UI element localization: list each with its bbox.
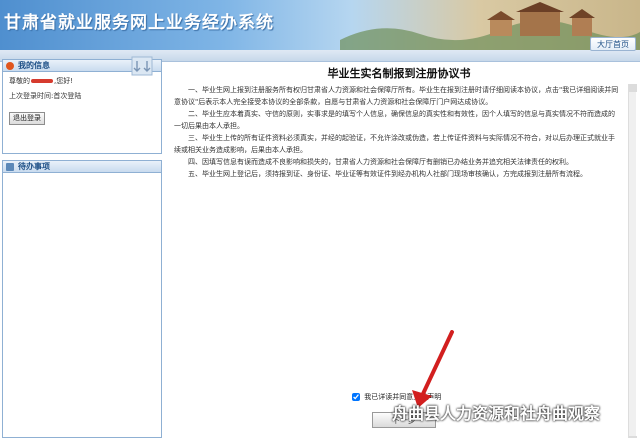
scroll-up-icon[interactable]: [629, 84, 637, 92]
agreement-clause-1: 一、毕业生网上报到注册服务所有权归甘肃省人力资源和社会保障厅所有。毕业生在报到注…: [174, 86, 619, 106]
agreement-scrollbar[interactable]: [628, 84, 637, 438]
collapse-arrows-icon[interactable]: [130, 55, 154, 77]
agreement-clause-2: 二、毕业生应本着真实、守信的原则，实事求是的填写个人信息，确保信息的真实性和有效…: [174, 110, 615, 130]
agreement-clause-5: 五、毕业生网上登记后，须持报到证、身份证、毕业证等有效证件到经办机构人社部门现场…: [188, 170, 587, 178]
agreement-body: 一、毕业生网上报到注册服务所有权归甘肃省人力资源和社会保障厅所有。毕业生在报到注…: [174, 84, 620, 180]
my-info-title: 我的信息: [18, 61, 50, 70]
todo-header: 待办事项: [3, 161, 161, 173]
todo-list-icon: [6, 163, 14, 171]
my-info-body: 尊敬的 ,您好! 上次登录时间:首次登陆: [3, 72, 161, 106]
todo-title: 待办事项: [18, 162, 50, 171]
last-login-time: 上次登录时间:首次登陆: [9, 92, 82, 100]
agreement-clause-4: 四、因填写信息有误而造成不良影响和损失的，甘肃省人力资源和社会保障厅有删销已办结…: [188, 158, 573, 166]
agreement-title: 毕业生实名制报到注册协议书: [327, 67, 471, 80]
agree-checkbox[interactable]: [352, 393, 360, 401]
hall-home-button[interactable]: 大厅首页: [590, 37, 636, 51]
logout-button[interactable]: 退出登录: [9, 112, 45, 125]
todo-panel: 待办事项: [2, 160, 162, 438]
agreement-clause-3: 三、毕业生上传的所有证件资料必须真实，并经的起验证，不允许涂改或伪造，若上传证件…: [174, 134, 615, 154]
redacted-username: [31, 79, 53, 83]
header-banner: 甘肃省就业服务网上业务经办系统: [0, 0, 640, 50]
info-icon: [6, 62, 14, 70]
watermark: 舟曲县人力资源和社舟曲观察: [392, 404, 601, 423]
red-arrow-annotation: [412, 330, 454, 408]
greeting-line: 尊敬的 ,您好!: [9, 77, 74, 85]
system-title: 甘肃省就业服务网上业务经办系统: [4, 13, 274, 33]
